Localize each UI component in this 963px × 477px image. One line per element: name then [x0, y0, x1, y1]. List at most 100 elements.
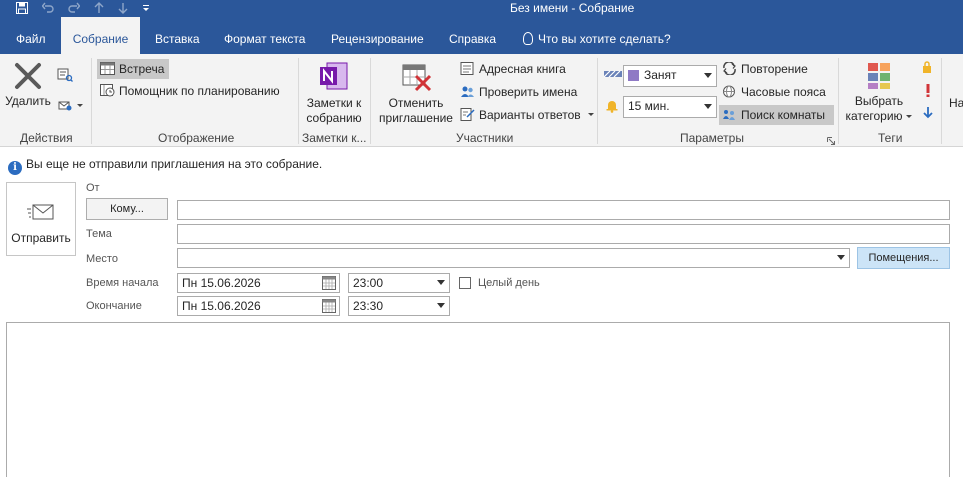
tell-me-text: Что вы хотите сделать?: [538, 32, 671, 46]
recurrence-button[interactable]: Повторение: [722, 62, 808, 76]
address-book-icon: [460, 62, 474, 75]
customize-icon[interactable]: [142, 2, 150, 16]
start-date-picker[interactable]: Пн 15.06.2026: [177, 273, 340, 293]
globe-clock-icon: [723, 85, 735, 98]
busy-color-swatch: [628, 70, 639, 81]
categorize-button[interactable]: Выбрать категорию: [843, 62, 915, 124]
reminder-dropdown[interactable]: 15 мин.: [623, 96, 717, 118]
to-button[interactable]: Кому...: [86, 198, 168, 220]
high-importance-icon[interactable]: [925, 84, 931, 100]
tab-meeting[interactable]: Собрание: [61, 17, 140, 54]
tab-format-text[interactable]: Формат текста: [224, 17, 305, 54]
cancel-invitation-label-1: Отменить: [388, 96, 444, 110]
group-separator: [91, 58, 92, 144]
start-time-label: Время начала: [86, 277, 159, 289]
appointment-button[interactable]: Встреча: [97, 59, 169, 79]
group-separator: [597, 58, 598, 144]
send-label: Отправить: [11, 231, 71, 245]
group-label-show: Отображение: [158, 131, 235, 145]
chevron-down-icon: [704, 104, 712, 109]
room-finder-button[interactable]: Поиск комнаты: [719, 105, 834, 125]
categorize-label-1: Выбрать: [854, 94, 904, 108]
ribbon-tabs: Файл Собрание Вставка Формат текста Реце…: [0, 17, 963, 54]
room-finder-label: Поиск комнаты: [741, 108, 826, 122]
chevron-down-icon[interactable]: [837, 255, 845, 260]
end-date-picker[interactable]: Пн 15.06.2026: [177, 296, 340, 316]
room-finder-icon: [723, 110, 735, 120]
start-time-value: 23:00: [353, 276, 384, 290]
response-options-icon: [460, 108, 475, 121]
recurrence-icon: [723, 62, 736, 75]
title-bar: Без имени - Собрание: [0, 0, 963, 17]
reminder-bell-icon: [605, 99, 619, 116]
chevron-down-icon: [905, 115, 912, 118]
response-options-button[interactable]: Варианты ответов: [460, 108, 595, 122]
calendar-icon[interactable]: [322, 276, 336, 290]
tab-review[interactable]: Рецензирование: [331, 17, 424, 54]
chevron-down-icon: [437, 280, 445, 285]
categories-icon: [868, 63, 890, 89]
calendar-icon[interactable]: [322, 299, 336, 313]
subject-input[interactable]: [177, 224, 950, 244]
meeting-notes-button[interactable]: Заметки к собранию: [302, 60, 366, 126]
show-as-dropdown[interactable]: Занят: [623, 65, 717, 87]
rooms-button[interactable]: Помещения...: [857, 247, 950, 269]
group-label-actions: Действия: [20, 131, 73, 145]
cancel-invitation-icon: [402, 64, 432, 92]
redo-icon[interactable]: [68, 2, 81, 16]
ribbon: Удалить Действия Встреча Помощник по пла…: [0, 54, 963, 147]
message-body-editor[interactable]: [6, 322, 950, 477]
forward-icon[interactable]: [57, 68, 73, 85]
group-separator: [941, 58, 942, 144]
start-time-dropdown[interactable]: 23:00: [348, 273, 450, 293]
undo-icon[interactable]: [41, 2, 54, 16]
all-day-checkbox[interactable]: [459, 277, 471, 289]
arrow-up-icon[interactable]: [94, 1, 104, 16]
info-bar: i Вы еще не отправили приглашения на это …: [8, 157, 322, 175]
address-book-label: Адресная книга: [479, 62, 566, 76]
tab-file[interactable]: Файл: [16, 17, 46, 54]
tab-help[interactable]: Справка: [449, 17, 496, 54]
group-label-attendees: Участники: [456, 131, 514, 145]
response-options-label: Варианты ответов: [479, 108, 581, 122]
delete-x-icon: [15, 63, 41, 89]
from-label: От: [86, 182, 100, 194]
appointment-label: Встреча: [119, 62, 165, 76]
cancel-invitation-button[interactable]: Отменить приглашение: [375, 62, 457, 126]
window-title: Без имени - Собрание: [510, 1, 635, 15]
calendar-grid-icon: [100, 62, 115, 75]
group-separator: [838, 58, 839, 144]
group-separator: [370, 58, 371, 144]
private-lock-icon[interactable]: [922, 61, 932, 76]
show-as-icon: [603, 68, 622, 83]
low-importance-icon[interactable]: [923, 107, 933, 122]
scheduling-label: Помощник по планированию: [119, 84, 280, 98]
check-names-icon: [461, 86, 474, 97]
group-label-notes: Заметки к...: [302, 131, 367, 145]
location-input[interactable]: [177, 248, 850, 268]
end-time-dropdown[interactable]: 23:30: [348, 296, 450, 316]
onenote-icon: [320, 62, 348, 90]
more-actions-icon[interactable]: [57, 98, 83, 115]
dialog-launcher-icon[interactable]: [827, 134, 835, 148]
check-names-button[interactable]: Проверить имена: [460, 85, 577, 99]
info-bar-text: Вы еще не отправили приглашения на это с…: [26, 157, 323, 171]
end-time-label: Окончание: [86, 300, 142, 312]
group-label-options: Параметры: [680, 131, 744, 145]
arrow-down-icon[interactable]: [118, 2, 128, 16]
tab-insert[interactable]: Вставка: [155, 17, 200, 54]
time-zones-button[interactable]: Часовые пояса: [722, 85, 826, 99]
start-date-value: Пн 15.06.2026: [182, 276, 261, 290]
quick-access-toolbar: [16, 0, 150, 17]
cancel-invitation-label-2: приглашение: [379, 111, 453, 125]
save-icon[interactable]: [16, 1, 28, 16]
tell-me-box[interactable]: Что вы хотите сделать?: [523, 17, 671, 54]
all-day-label: Целый день: [478, 277, 540, 289]
delete-button[interactable]: Удалить: [5, 62, 51, 109]
scheduling-assistant-button[interactable]: Помощник по планированию: [100, 84, 280, 98]
to-input[interactable]: [177, 200, 950, 220]
address-book-button[interactable]: Адресная книга: [460, 62, 566, 76]
meeting-notes-label-2: собранию: [306, 111, 362, 125]
send-button[interactable]: Отправить: [6, 182, 76, 256]
chevron-down-icon: [588, 113, 594, 116]
